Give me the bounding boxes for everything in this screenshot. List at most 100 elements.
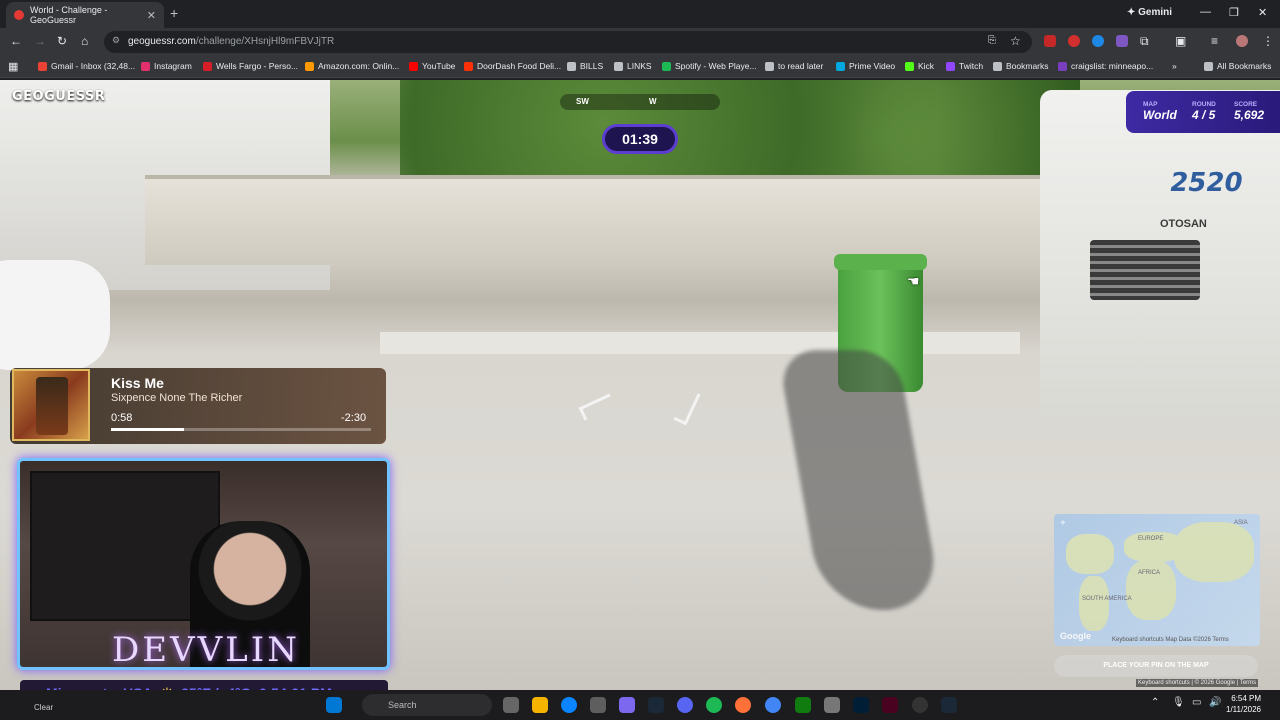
extension-icon[interactable] — [1116, 35, 1128, 47]
song-title: Kiss Me — [111, 375, 164, 391]
compass: SW W — [560, 94, 720, 110]
gemini-button[interactable]: ✦ Gemini — [1127, 7, 1172, 18]
compass-w: W — [649, 97, 657, 106]
guess-map[interactable]: ASIA EUROPE AFRICA SOUTH AMERICA + Googl… — [1054, 514, 1260, 646]
album-cover — [12, 369, 90, 441]
bookmark-label: Instagram — [154, 61, 192, 71]
extension-icon[interactable] — [1044, 35, 1056, 47]
bookmark-item[interactable]: BILLS — [567, 61, 603, 71]
install-app-icon[interactable]: ⎘ — [988, 35, 996, 46]
task-view-icon[interactable] — [503, 697, 519, 713]
map-label-asia: ASIA — [1234, 520, 1248, 526]
map-zoom-in-icon[interactable]: + — [1060, 518, 1066, 529]
indesign-icon[interactable] — [882, 697, 898, 713]
spotify-icon[interactable] — [706, 697, 722, 713]
start-icon[interactable] — [326, 697, 342, 713]
file-explorer-icon[interactable] — [532, 697, 548, 713]
taskbar-clock[interactable]: 6:54 PM 1/11/2026 — [1226, 693, 1261, 715]
obs-icon[interactable] — [912, 697, 928, 713]
volume-icon[interactable]: 🔊 — [1209, 697, 1221, 708]
bookmark-label: Spotify - Web Playe... — [675, 61, 757, 71]
bookmark-item[interactable]: to read later — [765, 61, 823, 71]
game-status-panel: MAP World ROUND 4 / 5 SCORE 5,692 — [1126, 91, 1280, 133]
restore-icon[interactable]: ❐ — [1229, 6, 1239, 19]
xbox-icon[interactable] — [795, 697, 811, 713]
taskbar-search[interactable]: Search — [362, 694, 492, 716]
forward-icon[interactable]: → — [34, 34, 46, 48]
extension-icon[interactable] — [1092, 35, 1104, 47]
home-icon[interactable]: ⌂ — [81, 34, 88, 48]
app-icon[interactable] — [824, 697, 840, 713]
network-icon[interactable]: ▭ — [1192, 697, 1201, 708]
store-icon[interactable] — [590, 697, 606, 713]
bookmark-item[interactable]: DoorDash Food Deli... — [464, 61, 561, 71]
bookmark-label: DoorDash Food Deli... — [477, 61, 562, 71]
elapsed-time: 0:58 — [111, 412, 133, 424]
extension-icon[interactable] — [1068, 35, 1080, 47]
apps-grid-icon[interactable]: ▦ — [8, 60, 18, 73]
back-icon[interactable]: ← — [10, 34, 22, 48]
all-bookmarks-button[interactable]: All Bookmarks — [1204, 61, 1271, 71]
minimize-icon[interactable]: — — [1200, 6, 1211, 18]
round-timer: 01:39 — [602, 124, 678, 154]
score-label: SCORE — [1234, 101, 1258, 108]
bookmark-item[interactable]: Prime Video — [836, 61, 895, 71]
bookmark-favicon-icon — [905, 61, 914, 71]
taskbar-weather[interactable]: Clear — [34, 703, 53, 712]
compass-sw: SW — [576, 97, 589, 106]
bookmark-item[interactable]: Gmail - Inbox (32,48... — [38, 61, 135, 71]
menu-kebab-icon[interactable]: ⋮ — [1262, 34, 1274, 48]
copilot-icon[interactable] — [619, 697, 635, 713]
mouse-cursor-icon: ☚ — [907, 273, 920, 289]
media-control-icon[interactable]: ≡ — [1211, 34, 1218, 48]
steam-icon[interactable] — [941, 697, 957, 713]
chrome-icon[interactable] — [765, 697, 781, 713]
bookmark-item[interactable]: Instagram — [141, 61, 192, 71]
bookmark-item[interactable]: Wells Fargo - Perso... — [203, 61, 298, 71]
steam-icon[interactable] — [648, 697, 664, 713]
bookmark-label: craigslist: minneapo... — [1071, 61, 1154, 71]
land-asia — [1174, 522, 1254, 582]
bookmark-item[interactable]: Amazon.com: Onlin... — [305, 61, 399, 71]
bookmark-favicon-icon — [765, 61, 774, 71]
tab-close-icon[interactable]: ✕ — [147, 9, 156, 22]
parked-car — [0, 260, 110, 370]
bookmarks-overflow-icon[interactable]: » — [1172, 61, 1177, 71]
edge-icon[interactable] — [561, 697, 577, 713]
clock-time: 6:54 PM — [1231, 694, 1261, 703]
site-info-icon[interactable]: ⚙ — [112, 35, 120, 46]
geoguessr-logo[interactable]: GEOGUESSR — [12, 89, 105, 104]
profile-avatar[interactable] — [1236, 35, 1248, 47]
bookmark-item[interactable]: Kick — [905, 61, 934, 71]
firefox-icon[interactable] — [735, 697, 751, 713]
round-label: ROUND — [1192, 101, 1216, 108]
bookmark-item[interactable]: LINKS — [614, 61, 652, 71]
bookmark-item[interactable]: YouTube — [409, 61, 455, 71]
reload-icon[interactable]: ↻ — [57, 34, 67, 48]
land-north-america — [1066, 534, 1114, 574]
microphone-icon[interactable]: 🎙 — [1172, 697, 1185, 708]
photoshop-icon[interactable] — [853, 697, 869, 713]
bookmark-item[interactable]: Twitch — [946, 61, 983, 71]
tab-geoguessr[interactable]: World - Challenge - GeoGuessr ✕ — [6, 2, 164, 28]
bookmark-favicon-icon — [946, 61, 955, 71]
bookmark-favicon-icon — [662, 61, 671, 71]
new-tab-button[interactable]: + — [170, 5, 178, 21]
close-window-icon[interactable]: ✕ — [1258, 6, 1267, 19]
place-pin-button[interactable]: PLACE YOUR PIN ON THE MAP — [1054, 655, 1258, 677]
bookmark-star-icon[interactable]: ☆ — [1010, 34, 1021, 48]
discord-icon[interactable] — [677, 697, 693, 713]
bookmark-favicon-icon — [38, 61, 47, 71]
street-view-footer: Keyboard shortcuts | © 2026 Google | Ter… — [1136, 679, 1259, 687]
url-text[interactable]: geoguessr.com/challenge/XHsnjHl9mFBVJjTR — [128, 36, 334, 47]
bookmark-item[interactable]: Bookmarks — [993, 61, 1049, 71]
extensions-puzzle-icon[interactable]: ⧉ — [1140, 34, 1149, 49]
bookmark-item[interactable]: craigslist: minneapo... — [1058, 61, 1153, 71]
map-label-africa: AFRICA — [1138, 570, 1161, 576]
tray-overflow-icon[interactable]: ⌃ — [1151, 697, 1159, 708]
side-panel-icon[interactable]: ▣ — [1175, 34, 1186, 48]
bookmark-item[interactable]: Spotify - Web Playe... — [662, 61, 757, 71]
map-label-south-america: SOUTH AMERICA — [1082, 596, 1132, 602]
truck-grill — [1090, 240, 1200, 300]
map-footer: Keyboard shortcuts Map Data ©2026 Terms — [1112, 637, 1229, 643]
